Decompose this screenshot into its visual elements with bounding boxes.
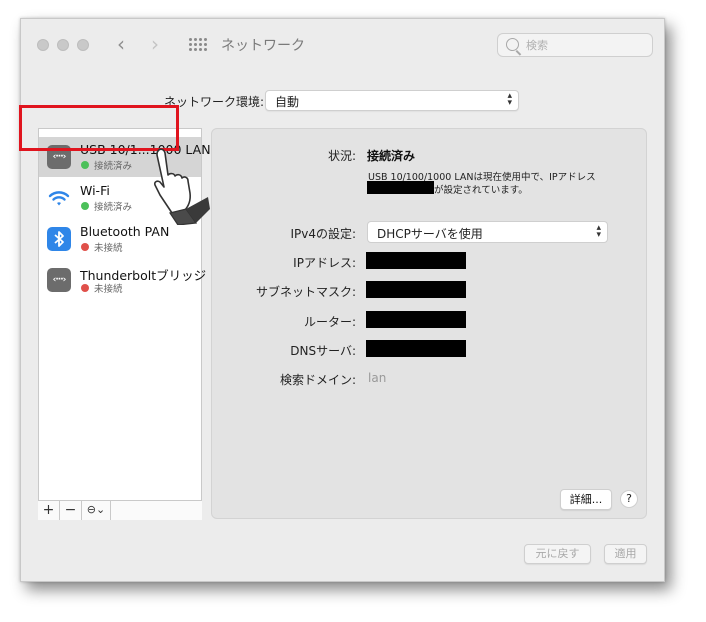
status-value: 接続済み (367, 149, 416, 163)
dns-server-label: DNSサーバ: (290, 344, 356, 358)
status-dot (81, 202, 89, 210)
service-detail-panel: 状況: 接続済み USB 10/100/1000 LANは現在使用中で、IPアド… (211, 128, 647, 519)
wifi-icon (47, 186, 71, 210)
service-item-thunderbolt-bridge[interactable]: ‹···› Thunderboltブリッジ 未接続 (39, 260, 206, 300)
service-status: 未接続 (94, 284, 123, 295)
status-dot (81, 161, 89, 169)
forward-icon[interactable]: › (151, 33, 159, 55)
status-description-line2: が設定されています。 (434, 185, 528, 196)
location-value: 自動 (275, 95, 300, 109)
ipv4-label: IPv4の設定: (290, 227, 356, 241)
search-icon (506, 38, 519, 51)
action-menu-button[interactable]: ⊖⌄ (82, 501, 111, 520)
redacted-ip-address (366, 252, 466, 269)
add-service-button[interactable]: + (38, 501, 60, 520)
service-name: Wi-Fi (80, 183, 110, 198)
service-status: 接続済み (94, 161, 133, 172)
status-label: 状況: (327, 149, 356, 163)
service-item-bluetooth-pan[interactable]: Bluetooth PAN 未接続 (39, 219, 201, 259)
location-select[interactable]: 自動 ▴ ▾ (265, 90, 519, 111)
zoom-button[interactable] (77, 39, 89, 51)
pointing-hand-icon (154, 148, 210, 225)
location-label: ネットワーク環境: (164, 95, 265, 109)
ipv4-value: DHCPサーバを使用 (377, 227, 483, 241)
minimize-button[interactable] (57, 39, 69, 51)
ethernet-icon: ‹···› (47, 268, 71, 292)
titlebar: ‹ › ネットワーク (21, 19, 664, 71)
network-preferences-window: ‹ › ネットワーク ネットワーク環境: 自動 ▴▾ ‹···› USB 10/… (20, 18, 665, 582)
close-button[interactable] (37, 39, 49, 51)
router-label: ルーター: (303, 315, 356, 329)
show-all-grid-icon[interactable] (189, 38, 207, 52)
back-icon[interactable]: ‹ (117, 33, 125, 55)
revert-button[interactable]: 元に戻す (524, 544, 591, 564)
search-field[interactable] (497, 33, 653, 57)
redacted-router (366, 311, 466, 328)
service-name: Bluetooth PAN (80, 224, 170, 239)
redacted-subnet-mask (366, 281, 466, 298)
service-status: 接続済み (94, 202, 133, 213)
bluetooth-icon (47, 227, 71, 251)
status-dot (81, 243, 89, 251)
window-title: ネットワーク (221, 38, 305, 54)
subnet-mask-label: サブネットマスク: (255, 285, 356, 299)
help-button[interactable]: ? (620, 490, 638, 508)
service-status: 未接続 (94, 243, 123, 254)
redacted-ip (367, 181, 434, 194)
apply-button[interactable]: 適用 (604, 544, 647, 564)
search-domain-label: 検索ドメイン: (279, 373, 356, 387)
advanced-button[interactable]: 詳細... (560, 489, 612, 510)
updown-chevron-icon: ▴ ▾ (507, 91, 512, 108)
service-list-toolbar: + − ⊖⌄ (38, 500, 202, 520)
redacted-dns-server (366, 340, 466, 357)
updown-chevron-icon: ▴ ▾ (596, 223, 601, 240)
ipv4-configure-select[interactable]: DHCPサーバを使用 ▴ ▾ (367, 221, 608, 243)
search-input[interactable] (526, 36, 646, 54)
search-domain-value: lan (368, 371, 387, 385)
status-dot (81, 284, 89, 292)
remove-service-button[interactable]: − (60, 501, 82, 520)
ip-address-label: IPアドレス: (293, 256, 356, 270)
